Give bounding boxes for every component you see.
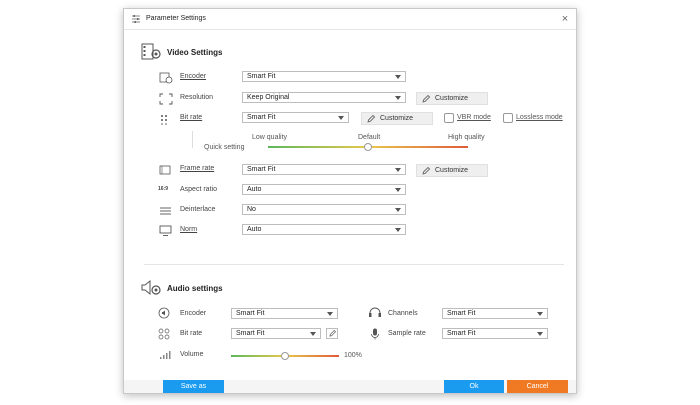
audio-bitrate-edit-button[interactable] bbox=[326, 328, 338, 339]
customize-label: Customize bbox=[435, 167, 469, 174]
resolution-customize-button[interactable]: Customize bbox=[416, 92, 488, 105]
microphone-icon bbox=[371, 328, 379, 340]
channels-icon bbox=[369, 307, 381, 317]
title-bar: Parameter Settings × bbox=[124, 9, 576, 30]
channels-label: Channels bbox=[388, 310, 418, 317]
pencil-icon bbox=[422, 167, 430, 175]
chevron-down-icon bbox=[338, 116, 344, 120]
audio-bitrate-value: Smart Fit bbox=[236, 330, 265, 337]
chevron-down-icon bbox=[310, 332, 316, 336]
video-encoder-label[interactable]: Encoder bbox=[180, 73, 206, 80]
vbr-mode-label[interactable]: VBR mode bbox=[457, 114, 491, 121]
audio-settings-icon bbox=[141, 279, 161, 296]
aspect-ratio-icon: 16:9 bbox=[158, 186, 169, 192]
sample-rate-label: Sample rate bbox=[388, 330, 426, 337]
resolution-value: Keep Original bbox=[247, 94, 290, 101]
volume-slider-thumb[interactable] bbox=[281, 352, 289, 360]
deinterlace-value: No bbox=[247, 206, 256, 213]
customize-label: Customize bbox=[435, 95, 469, 102]
frame-rate-icon bbox=[159, 165, 171, 175]
low-quality-label: Low quality bbox=[252, 134, 288, 141]
frame-rate-select[interactable]: Smart Fit bbox=[242, 164, 406, 175]
sample-rate-select[interactable]: Smart Fit bbox=[442, 328, 548, 339]
pencil-icon bbox=[329, 330, 336, 337]
frame-rate-label[interactable]: Frame rate bbox=[180, 165, 214, 172]
video-settings-title: Video Settings bbox=[167, 48, 223, 57]
window-title: Parameter Settings bbox=[146, 15, 206, 22]
norm-monitor-icon bbox=[159, 225, 172, 236]
deinterlace-select[interactable]: No bbox=[242, 204, 406, 215]
volume-value: 100% bbox=[344, 352, 362, 359]
lossless-mode-checkbox[interactable] bbox=[503, 113, 513, 123]
vbr-mode-checkbox[interactable] bbox=[444, 113, 454, 123]
video-encoder-select[interactable]: Smart Fit bbox=[242, 71, 406, 82]
quick-setting-connector bbox=[192, 131, 193, 148]
cancel-button[interactable]: Cancel bbox=[507, 380, 568, 393]
audio-encoder-label: Encoder bbox=[180, 310, 207, 317]
close-icon: × bbox=[561, 13, 569, 25]
chevron-down-icon bbox=[395, 228, 401, 232]
pencil-icon bbox=[367, 115, 375, 123]
speaker-icon bbox=[158, 307, 170, 319]
audio-settings-title: Audio settings bbox=[167, 284, 223, 293]
chevron-down-icon bbox=[395, 168, 401, 172]
close-button[interactable]: × bbox=[558, 12, 572, 26]
video-settings-icon bbox=[141, 43, 161, 60]
parameter-settings-dialog: Parameter Settings × Video Settings Enco… bbox=[123, 8, 577, 394]
norm-select[interactable]: Auto bbox=[242, 224, 406, 235]
aspect-ratio-value: Auto bbox=[247, 186, 262, 193]
frame-rate-customize-button[interactable]: Customize bbox=[416, 164, 488, 177]
chevron-down-icon bbox=[395, 208, 401, 212]
resolution-select[interactable]: Keep Original bbox=[242, 92, 406, 103]
chevron-down-icon bbox=[395, 75, 401, 79]
norm-label[interactable]: Norm bbox=[180, 226, 197, 233]
aspect-ratio-select[interactable]: Auto bbox=[242, 184, 406, 195]
dialog-footer: Save as Ok Cancel bbox=[124, 380, 576, 393]
aspect-ratio-label: Aspect ratio bbox=[180, 186, 217, 193]
deinterlace-icon bbox=[160, 207, 171, 215]
audio-encoder-select[interactable]: Smart Fit bbox=[231, 308, 338, 319]
encoder-icon bbox=[159, 72, 173, 84]
volume-bars-icon bbox=[160, 351, 171, 359]
audio-bitrate-select[interactable]: Smart Fit bbox=[231, 328, 321, 339]
customize-label: Customize bbox=[380, 115, 414, 122]
chevron-down-icon bbox=[395, 96, 401, 100]
chevron-down-icon bbox=[327, 312, 333, 316]
resolution-icon bbox=[159, 93, 173, 105]
bitrate-customize-button[interactable]: Customize bbox=[361, 112, 433, 125]
default-quality-label: Default bbox=[358, 134, 381, 141]
video-bitrate-label[interactable]: Bit rate bbox=[180, 114, 202, 121]
audio-bitrate-label: Bit rate bbox=[180, 330, 203, 337]
quality-slider-thumb[interactable] bbox=[364, 143, 372, 151]
bitrate-icon bbox=[161, 115, 167, 125]
deinterlace-label: Deinterlace bbox=[180, 206, 216, 213]
norm-value: Auto bbox=[247, 226, 262, 233]
lossless-mode-label[interactable]: Lossless mode bbox=[516, 114, 563, 121]
volume-label: Volume bbox=[180, 351, 204, 358]
audio-bitrate-icon bbox=[158, 328, 170, 340]
ok-button[interactable]: Ok bbox=[444, 380, 504, 393]
section-divider bbox=[144, 264, 564, 265]
frame-rate-value: Smart Fit bbox=[247, 166, 276, 173]
settings-sliders-icon bbox=[132, 15, 140, 23]
high-quality-label: High quality bbox=[448, 134, 485, 141]
chevron-down-icon bbox=[537, 332, 543, 336]
audio-encoder-value: Smart Fit bbox=[236, 310, 265, 317]
chevron-down-icon bbox=[537, 312, 543, 316]
sample-rate-value: Smart Fit bbox=[447, 330, 476, 337]
channels-select[interactable]: Smart Fit bbox=[442, 308, 548, 319]
video-encoder-value: Smart Fit bbox=[247, 73, 276, 80]
resolution-label: Resolution bbox=[180, 94, 214, 101]
video-bitrate-select[interactable]: Smart Fit bbox=[242, 112, 349, 123]
pencil-icon bbox=[422, 95, 430, 103]
channels-value: Smart Fit bbox=[447, 310, 476, 317]
save-as-button[interactable]: Save as bbox=[163, 380, 224, 393]
chevron-down-icon bbox=[395, 188, 401, 192]
video-bitrate-value: Smart Fit bbox=[247, 114, 276, 121]
quick-setting-label: Quick setting bbox=[204, 144, 245, 151]
